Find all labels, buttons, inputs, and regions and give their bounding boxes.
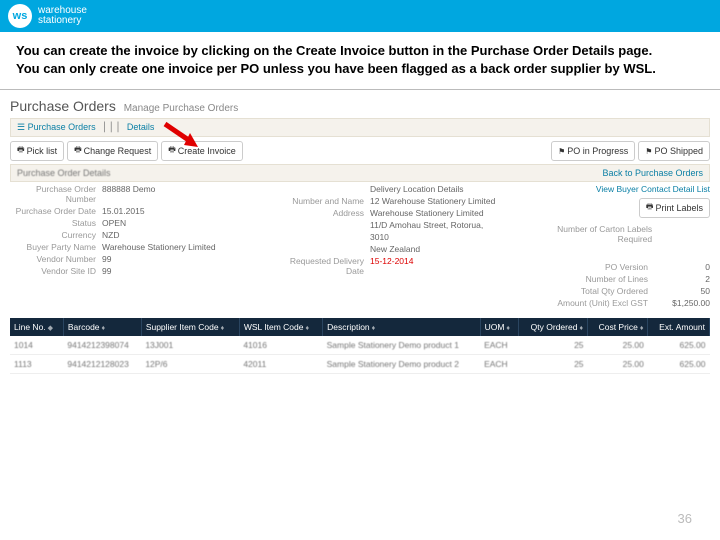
create-invoice-button[interactable]: 🖶Create Invoice [161,141,243,161]
col-ext[interactable]: Ext. Amount [648,318,710,336]
col-cost[interactable]: Cost Price♦ [588,318,648,336]
brand-topbar: ws warehouse stationery [0,0,720,32]
col-wsl-code[interactable]: WSL Item Code♦ [239,318,322,336]
pick-list-button[interactable]: 🖶Pick list [10,141,64,161]
details-body: Purchase Order Number888888 Demo Purchas… [10,184,710,310]
list-icon: ☰ [17,122,25,132]
breadcrumb-item[interactable]: Purchase Orders [28,122,96,132]
flag-icon: ⚑ [558,147,565,156]
breadcrumb-item: Details [127,122,155,132]
page-title: Purchase Orders Manage Purchase Orders [10,94,710,118]
details-header: Purchase Order Details Back to Purchase … [10,164,710,182]
back-link[interactable]: Back to Purchase Orders [602,168,703,178]
page-number: 36 [678,511,692,526]
col-description[interactable]: Description♦ [323,318,480,336]
flag-icon: ⚑ [645,147,652,156]
table-row[interactable]: 1113941421212802312P/642011Sample Statio… [10,355,710,374]
col-qty[interactable]: Qty Ordered♦ [519,318,588,336]
print-icon: 🖶 [646,201,654,215]
divider [0,89,720,90]
line-items-table: Line No.◆ Barcode♦ Supplier Item Code♦ W… [10,318,710,374]
col-uom[interactable]: UOM♦ [480,318,519,336]
print-icon: 🖶 [74,144,82,158]
po-in-progress-button[interactable]: ⚑PO in Progress [551,141,635,161]
breadcrumb: ☰ Purchase Orders ⎪⎪⎪ Details [10,118,710,137]
col-barcode[interactable]: Barcode♦ [63,318,141,336]
table-row[interactable]: 1014941421239807413J00141016Sample Stati… [10,336,710,355]
col-supplier-code[interactable]: Supplier Item Code♦ [141,318,239,336]
print-icon: 🖶 [17,144,25,158]
view-contact-link[interactable]: View Buyer Contact Detail List [530,184,710,194]
brand-name: warehouse stationery [38,6,87,26]
change-request-button[interactable]: 🖶Change Request [67,141,158,161]
action-toolbar: 🖶Pick list 🖶Change Request 🖶Create Invoi… [10,141,710,161]
brand-logo: ws [8,4,32,28]
po-shipped-button[interactable]: ⚑PO Shipped [638,141,710,161]
print-labels-button[interactable]: 🖶Print Labels [639,198,710,218]
print-icon: 🖶 [168,144,176,158]
instruction-text: You can create the invoice by clicking o… [0,32,720,87]
col-line[interactable]: Line No.◆ [10,318,63,336]
